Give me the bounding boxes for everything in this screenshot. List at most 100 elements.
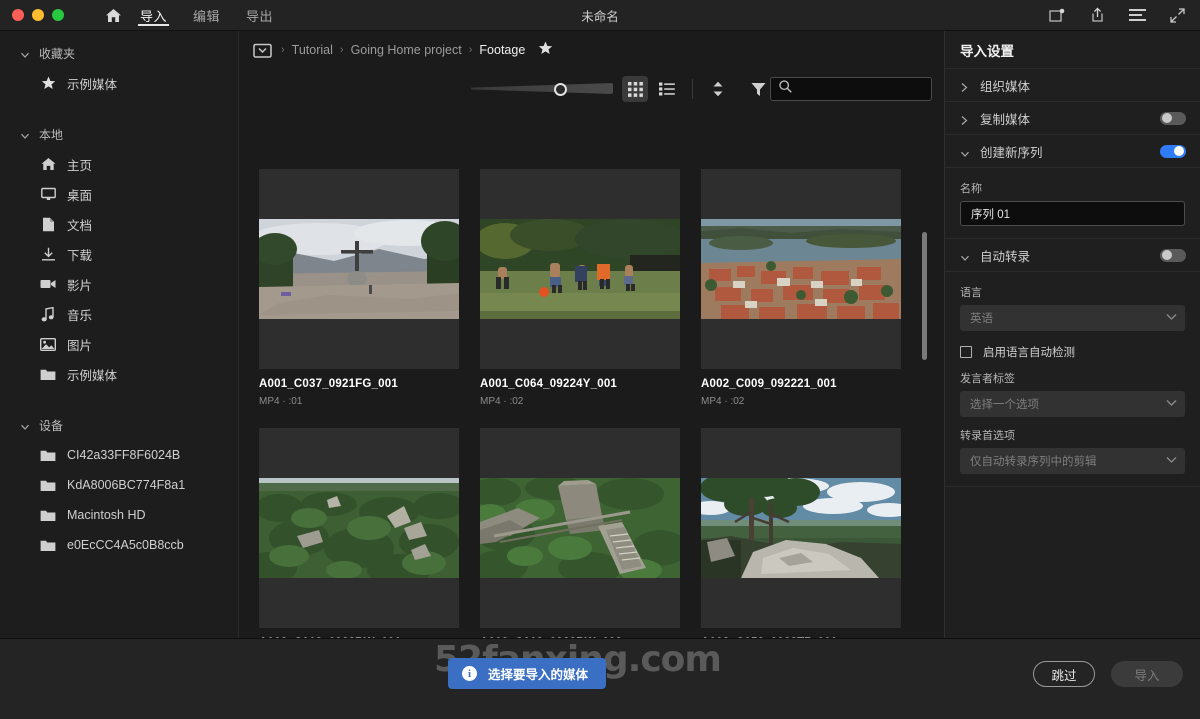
create-new-sequence-toggle[interactable] — [1160, 144, 1186, 158]
close-window-button[interactable] — [12, 9, 24, 21]
breadcrumb-item-going-home-project[interactable]: Going Home project — [351, 43, 462, 57]
sidebar-item-pictures[interactable]: 图片 — [0, 329, 238, 359]
thumbnail-image-hilltop-cross — [259, 219, 459, 319]
sidebar-item-label: 主页 — [67, 158, 93, 173]
media-thumbnail[interactable] — [701, 428, 901, 628]
home-icon[interactable] — [102, 4, 124, 26]
tab-edit[interactable]: 编辑 — [191, 0, 222, 31]
tab-import[interactable]: 导入 — [138, 0, 170, 31]
sidebar-item-music[interactable]: 音乐 — [0, 299, 238, 329]
folder-icon — [40, 366, 56, 382]
media-thumbnail[interactable] — [259, 169, 459, 369]
main-tabs[interactable]: 导入 编辑 导出 — [138, 0, 275, 31]
thumbnail-zoom-slider[interactable] — [471, 82, 613, 96]
sort-icon[interactable] — [705, 76, 731, 102]
window-controls[interactable] — [12, 9, 64, 21]
sidebar-group-label: 收藏夹 — [39, 47, 76, 61]
media-grid-area: A001_C037_0921FG_001 MP4 · :01 A001_C064… — [239, 109, 944, 638]
media-thumbnail[interactable] — [701, 169, 901, 369]
auto-detect-language-row[interactable]: 启用语言自动检测 — [960, 344, 1185, 360]
section-organize-media[interactable]: 组织媒体 — [945, 69, 1200, 102]
tab-export[interactable]: 导出 — [244, 0, 275, 31]
breadcrumb: › Tutorial › Going Home project › Footag… — [239, 31, 944, 69]
star-icon[interactable] — [538, 41, 553, 60]
skip-button[interactable]: 跳过 — [1033, 661, 1095, 687]
sidebar-item-movies[interactable]: 影片 — [0, 269, 238, 299]
document-icon — [40, 216, 56, 232]
media-card[interactable]: A002_C009_092221_001 MP4 · :02 — [701, 169, 901, 407]
media-card[interactable]: A002_C018_0922BW_001 — [259, 428, 459, 638]
media-name: A001_C064_09224Y_001 — [480, 378, 618, 390]
sidebar-item-device-3[interactable]: e0EcCC4A5c0B8ccb — [0, 530, 238, 560]
transcription-preference-select[interactable]: 仅自动转录序列中的剪辑 — [960, 448, 1185, 474]
auto-transcription-toggle[interactable] — [1160, 248, 1186, 262]
sidebar-group-header-favorites[interactable]: 收藏夹 — [0, 39, 238, 68]
chevron-down-icon — [20, 130, 30, 140]
sidebar-item-device-0[interactable]: CI42a33FF8F6024B — [0, 440, 238, 470]
media-card[interactable]: A001_C037_0921FG_001 MP4 · :01 — [259, 169, 459, 407]
sidebar-item-sample-media[interactable]: 示例媒体 — [0, 359, 238, 389]
fullscreen-icon[interactable] — [1168, 6, 1186, 24]
sidebar-item-home[interactable]: 主页 — [0, 149, 238, 179]
star-icon — [40, 75, 56, 91]
speaker-label: 发言者标签 — [960, 373, 1015, 385]
media-thumbnail[interactable] — [259, 428, 459, 628]
zoom-slider-handle[interactable] — [554, 82, 567, 96]
sidebar-item-label: 影片 — [67, 278, 93, 293]
menu-icon[interactable] — [1128, 6, 1146, 24]
new-window-icon[interactable] — [1048, 6, 1066, 24]
thumbnail-image-soccer-field — [480, 219, 680, 319]
media-card[interactable]: A002_C018_0922BW_002 — [480, 428, 680, 638]
sidebar-item-device-1[interactable]: KdA8006BC774F8a1 — [0, 470, 238, 500]
breadcrumb-separator: › — [281, 44, 285, 56]
share-icon[interactable] — [1088, 6, 1106, 24]
sidebar-item-downloads[interactable]: 下载 — [0, 239, 238, 269]
speaker-select[interactable]: 选择一个选项 — [960, 391, 1185, 417]
media-thumbnail[interactable] — [480, 169, 680, 369]
language-select[interactable]: 英语 — [960, 305, 1185, 331]
import-settings-panel: 导入设置 组织媒体 复制媒体 创建新序列 名称 序列 01 自动转录 语言 英语… — [944, 31, 1200, 638]
sequence-name-input[interactable]: 序列 01 — [960, 201, 1185, 226]
sidebar-item-device-2[interactable]: Macintosh HD — [0, 500, 238, 530]
grid-view-icon[interactable] — [622, 76, 648, 102]
sidebar-item-label: 下载 — [67, 248, 93, 263]
sidebar-item-documents[interactable]: 文档 — [0, 209, 238, 239]
media-card[interactable]: A002_C052_0922T7_001 — [701, 428, 901, 638]
breadcrumb-separator: › — [339, 44, 344, 56]
thumbnail-image-cliff-tree — [701, 478, 901, 578]
search-input[interactable] — [799, 82, 931, 96]
chevron-down-icon — [20, 49, 30, 59]
search-input-container[interactable] — [770, 77, 932, 101]
transcription-preference-label: 转录首选项 — [960, 430, 1015, 442]
sidebar-group-favorites: 收藏夹 示例媒体 — [0, 39, 238, 98]
media-card[interactable]: A001_C064_09224Y_001 MP4 · :02 — [480, 169, 680, 407]
transcription-preference-value: 仅自动转录序列中的剪辑 — [970, 456, 1097, 468]
titlebar-actions[interactable] — [1048, 6, 1186, 24]
sidebar-item-label: Macintosh HD — [67, 508, 146, 522]
list-view-icon[interactable] — [654, 76, 680, 102]
auto-detect-language-checkbox[interactable] — [960, 346, 972, 358]
copy-media-toggle[interactable] — [1160, 111, 1186, 125]
sidebar-group-header-local[interactable]: 本地 — [0, 120, 238, 149]
folder-icon — [40, 537, 56, 553]
section-create-new-sequence[interactable]: 创建新序列 — [945, 135, 1200, 168]
sidebar-group-header-devices[interactable]: 设备 — [0, 411, 238, 440]
section-auto-transcription[interactable]: 自动转录 — [945, 239, 1200, 272]
minimize-window-button[interactable] — [32, 9, 44, 21]
section-copy-media[interactable]: 复制媒体 — [945, 102, 1200, 135]
sidebar-item-label: CI42a33FF8F6024B — [67, 448, 181, 462]
media-thumbnail[interactable] — [480, 428, 680, 628]
media-grid-scrollbar[interactable] — [922, 232, 927, 360]
breadcrumb-item-tutorial[interactable]: Tutorial — [292, 43, 333, 57]
import-button[interactable]: 导入 — [1111, 661, 1183, 687]
sidebar-item-label: KdA8006BC774F8a1 — [67, 478, 186, 492]
breadcrumb-item-footage[interactable]: Footage — [479, 43, 525, 57]
breadcrumb-separator: › — [468, 44, 473, 56]
home-icon — [40, 156, 56, 172]
sidebar-item-desktop[interactable]: 桌面 — [0, 179, 238, 209]
filter-icon[interactable] — [745, 76, 771, 102]
maximize-window-button[interactable] — [52, 9, 64, 21]
folder-dropdown-icon[interactable] — [253, 42, 274, 59]
sidebar: 收藏夹 示例媒体 本地 主页 桌面 文档 下载 影片 音乐 图片 示例媒体 设备… — [0, 31, 238, 638]
sidebar-item-sample-media-fav[interactable]: 示例媒体 — [0, 68, 238, 98]
